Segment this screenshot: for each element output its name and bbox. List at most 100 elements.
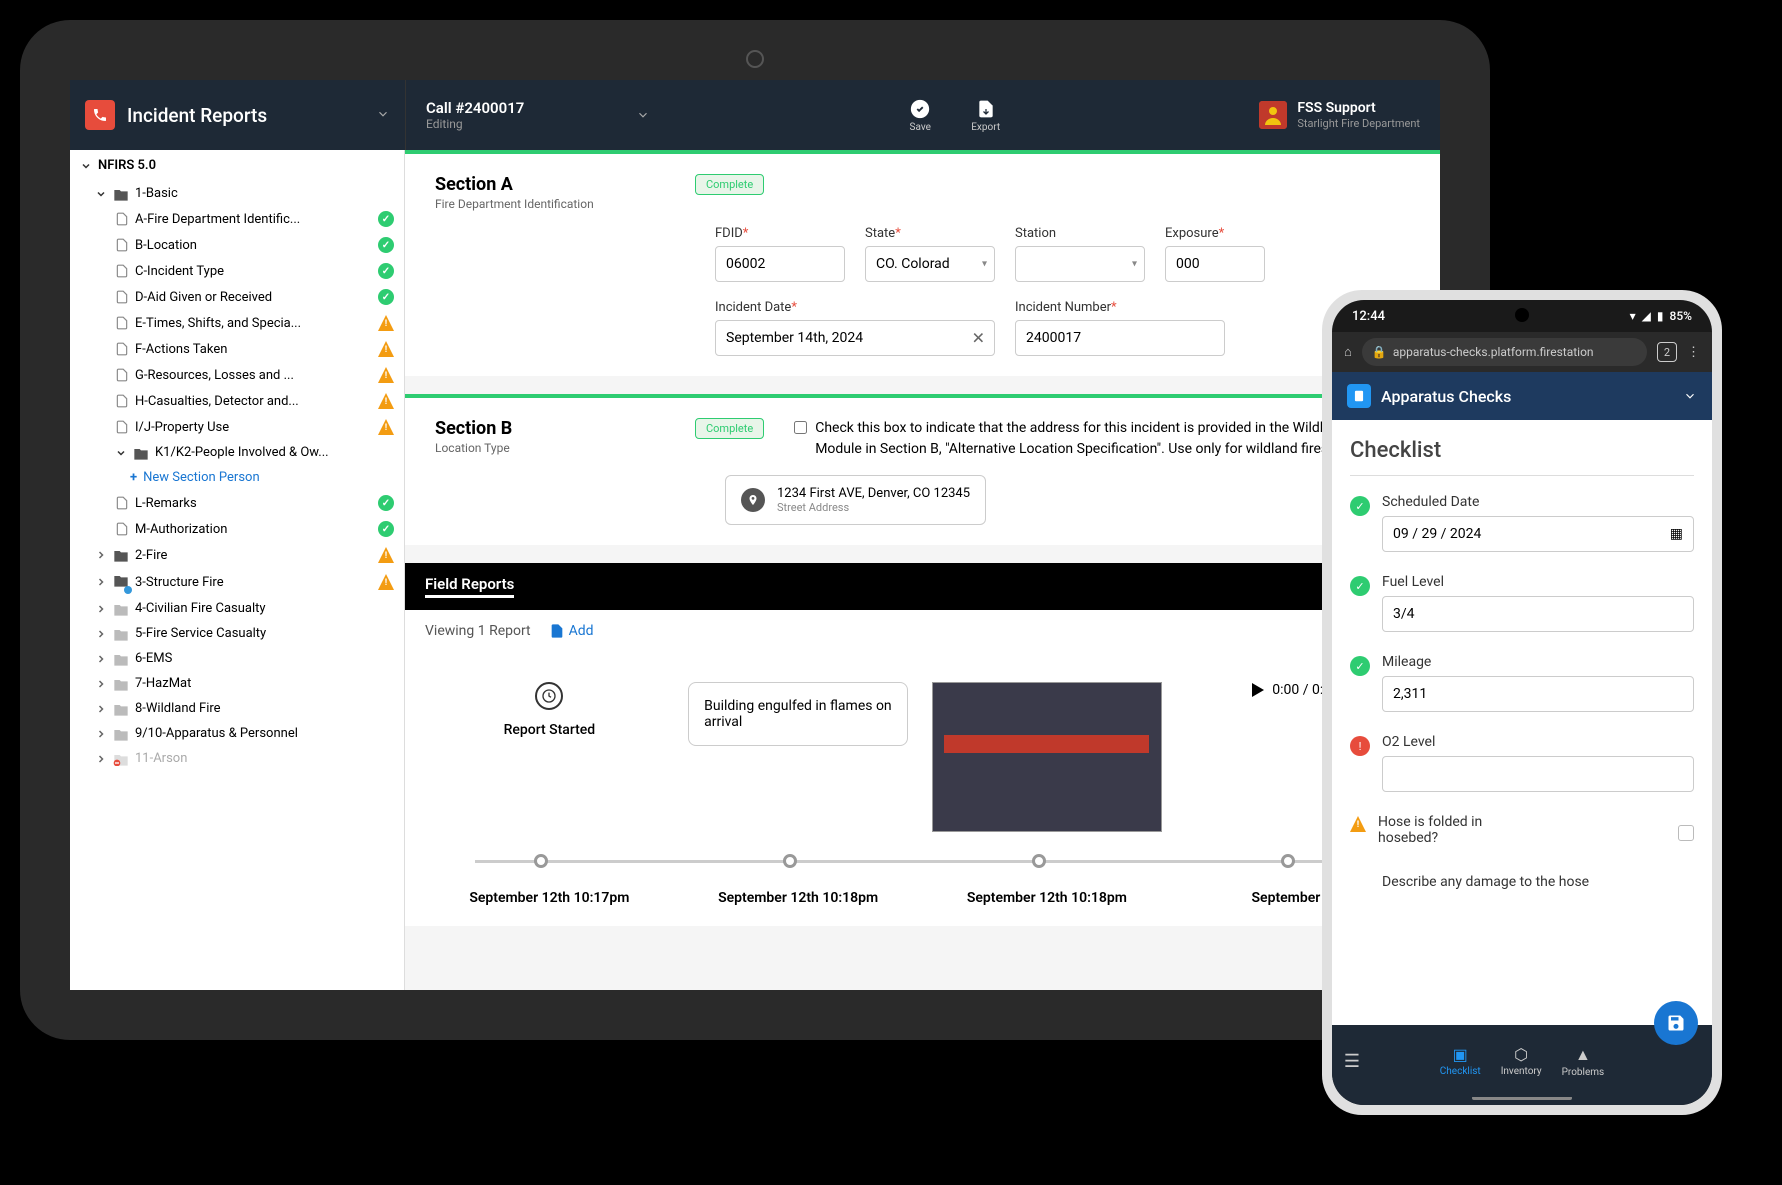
check-input[interactable]: 2,311 — [1382, 676, 1694, 712]
section-b-title: Section B — [435, 418, 695, 439]
tree-folder[interactable]: 11-Arson — [70, 746, 404, 771]
field-reports-header: Field Reports — [405, 563, 1440, 610]
chevron-right-icon — [95, 753, 107, 765]
tree-label: 8-Wildland Fire — [135, 701, 394, 716]
exposure-input[interactable] — [1165, 246, 1265, 282]
clear-icon[interactable]: ✕ — [972, 329, 985, 348]
status-warning-icon: ! — [378, 341, 394, 357]
tree-label: H-Casualties, Detector and... — [135, 394, 372, 409]
tab-inventory[interactable]: ⬡ Inventory — [1501, 1045, 1542, 1078]
tree-folder-basic[interactable]: 1-Basic — [70, 181, 404, 206]
status-warning-icon: ! — [378, 419, 394, 435]
tree-label: 11-Arson — [135, 751, 394, 766]
menu-icon[interactable]: ⋮ — [1687, 345, 1700, 360]
tree-label: 7-HazMat — [135, 676, 394, 691]
chevron-down-icon[interactable] — [376, 106, 390, 125]
address-box[interactable]: 1234 First AVE, Denver, CO 12345 Street … — [725, 475, 986, 525]
save-fab[interactable] — [1654, 1001, 1698, 1045]
phone-nav-pill[interactable] — [1332, 1097, 1712, 1105]
document-icon — [115, 419, 129, 435]
timeline-item — [923, 682, 1172, 832]
hose-label: Hose is folded in hosebed? — [1378, 814, 1518, 846]
tree-root[interactable]: NFIRS 5.0 — [70, 150, 404, 181]
check-input[interactable]: 09 / 29 / 2024▦ — [1382, 516, 1694, 552]
tree-folder-k1k2[interactable]: K1/K2-People Involved & Ow... — [70, 440, 404, 465]
call-status: Editing — [426, 117, 636, 131]
station-label: Station — [1015, 226, 1145, 241]
tree-folder[interactable]: 7-HazMat — [70, 671, 404, 696]
chevron-down-icon — [115, 447, 127, 459]
tree-item[interactable]: H-Casualties, Detector and...! — [70, 388, 404, 414]
tree-folder[interactable]: 3-Structure Fire! — [70, 568, 404, 596]
state-select[interactable] — [865, 246, 995, 282]
timeline-note[interactable]: Building engulfed in flames on arrival — [688, 682, 908, 746]
tree-folder[interactable]: 6-EMS — [70, 646, 404, 671]
hose-checkbox[interactable] — [1678, 825, 1694, 841]
timeline-track[interactable] — [425, 852, 1420, 882]
tree-item[interactable]: F-Actions Taken! — [70, 336, 404, 362]
station-select[interactable] — [1015, 246, 1145, 282]
tree-item[interactable]: A-Fire Department Identific...✓ — [70, 206, 404, 232]
add-report-button[interactable]: Add — [549, 622, 594, 640]
export-label: Export — [971, 122, 1000, 133]
wildland-checkbox[interactable] — [794, 421, 807, 434]
incident-number-input[interactable] — [1015, 320, 1225, 356]
menu-button[interactable]: ☰ — [1332, 1051, 1372, 1072]
checklist-item-hose: ! Hose is folded in hosebed? — [1350, 814, 1694, 852]
tree-folder[interactable]: 9/10-Apparatus & Personnel — [70, 721, 404, 746]
check-label: Fuel Level — [1382, 574, 1694, 590]
export-button[interactable]: Export — [971, 98, 1000, 133]
tree-item-m-auth[interactable]: M-Authorization ✓ — [70, 516, 404, 542]
chevron-down-icon[interactable] — [1683, 389, 1697, 403]
home-icon[interactable]: ⌂ — [1344, 344, 1352, 360]
check-input[interactable] — [1382, 756, 1694, 792]
tree-item[interactable]: D-Aid Given or Received✓ — [70, 284, 404, 310]
incident-date-input[interactable] — [715, 320, 995, 356]
chevron-right-icon — [95, 653, 107, 665]
state-label: State* — [865, 226, 995, 241]
tree-item[interactable]: E-Times, Shifts, and Specia...! — [70, 310, 404, 336]
status-icon: ✓ — [1350, 656, 1370, 676]
phone-device: 12:44 ▾ ◢ ▮ 85% ⌂ 🔒 apparatus-checks.pla… — [1322, 290, 1722, 1115]
calendar-icon[interactable]: ▦ — [1670, 526, 1683, 542]
chevron-right-icon — [95, 576, 107, 588]
tab-checklist[interactable]: ▣ Checklist — [1440, 1045, 1481, 1078]
tree-folder[interactable]: 4-Civilian Fire Casualty — [70, 596, 404, 621]
tree-item[interactable]: G-Resources, Losses and ...! — [70, 362, 404, 388]
check-input[interactable]: 3/4 — [1382, 596, 1694, 632]
tree-item[interactable]: B-Location✓ — [70, 232, 404, 258]
app-title: Incident Reports — [127, 104, 376, 127]
wifi-icon: ▾ — [1630, 309, 1636, 323]
tree-item[interactable]: C-Incident Type✓ — [70, 258, 404, 284]
call-selector[interactable]: Call #2400017 Editing — [405, 80, 670, 150]
document-icon — [115, 367, 129, 383]
viewing-bar: Viewing 1 Report Add — [405, 610, 1440, 652]
tab-problems[interactable]: ▲ Problems — [1562, 1045, 1605, 1078]
battery-pct: 85% — [1670, 309, 1692, 323]
phone-time: 12:44 — [1352, 309, 1385, 324]
tree-folder[interactable]: 2-Fire! — [70, 542, 404, 568]
tree-item[interactable]: I/J-Property Use! — [70, 414, 404, 440]
save-button[interactable]: Save — [909, 98, 931, 133]
status-icon: ✓ — [1350, 576, 1370, 596]
chevron-down-icon — [636, 108, 650, 122]
topbar-title-section[interactable]: Incident Reports — [70, 80, 405, 150]
tree-folder[interactable]: 5-Fire Service Casualty — [70, 621, 404, 646]
url-input[interactable]: 🔒 apparatus-checks.platform.firestation — [1362, 338, 1647, 366]
user-menu[interactable]: FSS Support Starlight Fire Department — [1239, 80, 1440, 150]
call-number: Call #2400017 — [426, 99, 636, 117]
section-b-desc: Check this box to indicate that the addr… — [815, 418, 1410, 460]
timeline-thumbnail[interactable] — [932, 682, 1162, 832]
sidebar: NFIRS 5.0 1-Basic A-Fire Department Iden… — [70, 150, 405, 990]
status-icon: ! — [1350, 736, 1370, 756]
new-section-person[interactable]: + New Section Person — [70, 465, 404, 490]
tree-folder[interactable]: 8-Wildland Fire — [70, 696, 404, 721]
tab-count[interactable]: 2 — [1657, 342, 1677, 362]
fdid-input[interactable] — [715, 246, 845, 282]
app-header-title: Apparatus Checks — [1381, 387, 1673, 406]
m-auth-label: M-Authorization — [135, 522, 372, 537]
status-warning-icon: ! — [378, 547, 394, 563]
tree-label: 5-Fire Service Casualty — [135, 626, 394, 641]
section-a-subtitle: Fire Department Identification — [435, 197, 695, 211]
tree-item-l-remarks[interactable]: L-Remarks ✓ — [70, 490, 404, 516]
